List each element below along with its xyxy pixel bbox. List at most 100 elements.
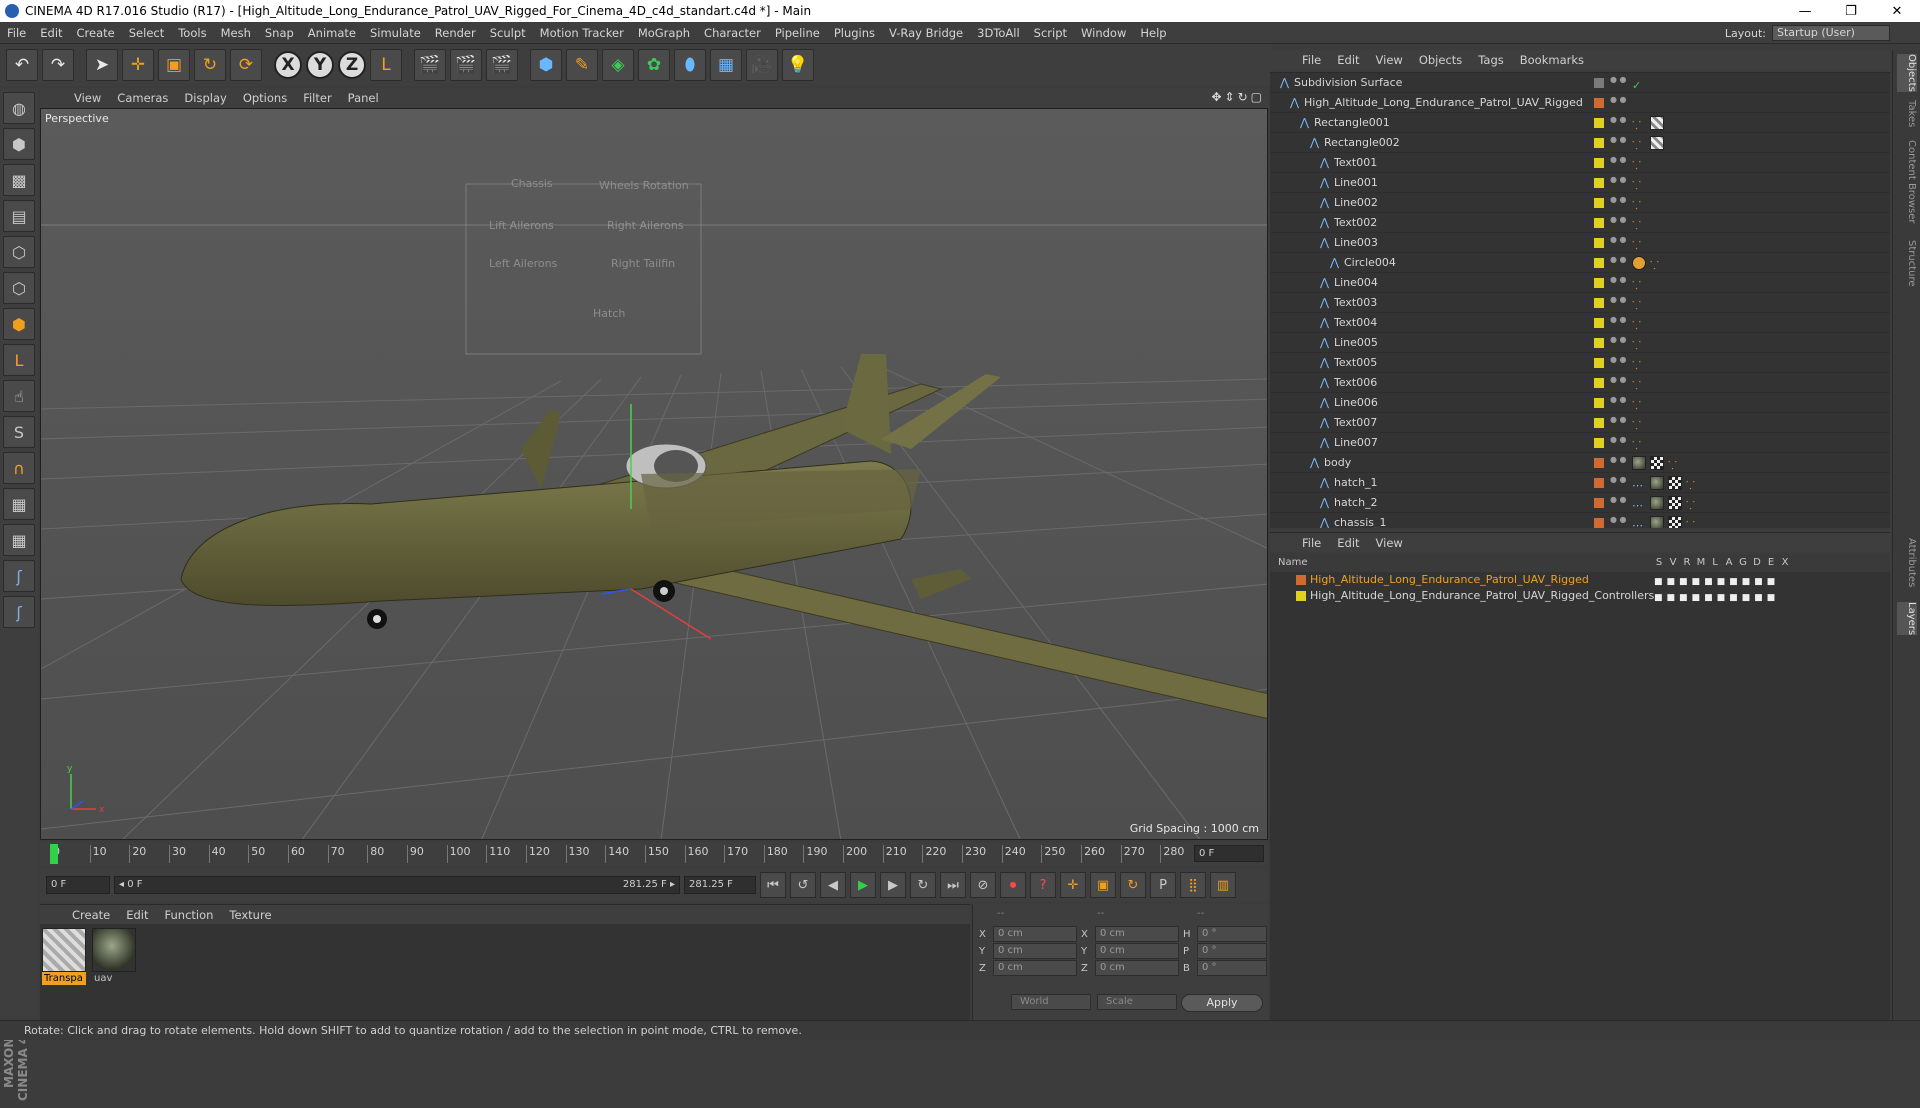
workplane-icon[interactable]: ▤	[3, 200, 35, 232]
object-menu-view[interactable]: View	[1368, 53, 1411, 67]
expression-icon[interactable]: ■	[1754, 590, 1763, 606]
object-row[interactable]: ⋀ hatch_1 ● ● ⋯ ⸪	[1270, 473, 1890, 493]
object-menu-objects[interactable]: Objects	[1411, 53, 1470, 67]
layer-row[interactable]: High_Altitude_Long_Endurance_Patrol_UAV_…	[1270, 572, 1890, 588]
object-row[interactable]: ⋀ Text001 ● ● ⸪	[1270, 153, 1890, 173]
texture-tag-icon[interactable]	[1650, 116, 1664, 130]
layer-color-swatch[interactable]	[1594, 478, 1604, 488]
go-to-end-button[interactable]: ⏭	[940, 872, 966, 898]
size-mode-dropdown[interactable]: Scale	[1097, 994, 1177, 1010]
magnet-icon[interactable]: ∩	[3, 452, 35, 484]
lock-icon[interactable]: ■	[1704, 590, 1713, 606]
coords-value-field[interactable]: 0 cm	[1095, 960, 1179, 976]
animation-icon[interactable]: ■	[1717, 590, 1726, 606]
material-menu-texture[interactable]: Texture	[221, 908, 279, 922]
layer-color-swatch[interactable]	[1594, 98, 1604, 108]
record-parameter-button[interactable]: P	[1150, 872, 1176, 898]
coordinate-system-button[interactable]: L	[370, 49, 402, 81]
timeline-window-button[interactable]: ▥	[1210, 872, 1236, 898]
texture-mode-icon[interactable]: ▩	[3, 164, 35, 196]
material-tag-icon[interactable]	[1650, 516, 1664, 528]
coordinate-space-dropdown[interactable]: World	[1011, 994, 1091, 1010]
visibility-dots[interactable]: ● ●	[1610, 96, 1627, 109]
ik-tag-icon[interactable]: ⸪	[1650, 256, 1664, 272]
recent-tools-button[interactable]: ⟳	[230, 49, 262, 81]
maximize-view-icon[interactable]: ▢	[1251, 90, 1262, 104]
hud-label[interactable]: Right Tailfin	[611, 257, 675, 270]
polygons-mode-icon[interactable]: ⬢	[3, 308, 35, 340]
object-row[interactable]: ⋀ High_Altitude_Long_Endurance_Patrol_UAV…	[1270, 93, 1890, 113]
ik-tag-icon[interactable]: ⸪	[1632, 396, 1646, 412]
ik-tag-icon[interactable]: ⸪	[1632, 296, 1646, 312]
material-menu-create[interactable]: Create	[64, 908, 118, 922]
layer-color-swatch[interactable]	[1594, 358, 1604, 368]
object-row[interactable]: ⋀ Line005 ● ● ⸪	[1270, 333, 1890, 353]
object-row[interactable]: ⋀ Text004 ● ● ⸪	[1270, 313, 1890, 333]
visibility-dots[interactable]: ● ●	[1610, 296, 1627, 309]
viewport-menu-display[interactable]: Display	[176, 91, 234, 105]
material-swatch-uav[interactable]: uav	[92, 928, 136, 984]
point-tag-icon[interactable]: ⋯	[1632, 476, 1646, 492]
coords-value-field[interactable]: 0 °	[1197, 943, 1267, 959]
layer-color-swatch[interactable]	[1594, 398, 1604, 408]
object-row[interactable]: ⋀ Line007 ● ● ⸪	[1270, 433, 1890, 453]
layer-color-swatch[interactable]	[1594, 518, 1604, 528]
object-menu-file[interactable]: File	[1294, 53, 1329, 67]
axis-mode-icon[interactable]: L	[3, 344, 35, 376]
side-tab-structure[interactable]: Structure	[1897, 240, 1917, 287]
menu-item-snap[interactable]: Snap	[258, 26, 301, 40]
layer-color-swatch[interactable]	[1594, 378, 1604, 388]
start-frame-field[interactable]: 0 F	[46, 876, 110, 894]
close-button[interactable]: ✕	[1874, 4, 1920, 19]
ik-tag-icon[interactable]: ⸪	[1632, 276, 1646, 292]
object-row[interactable]: ⋀ Text003 ● ● ⸪	[1270, 293, 1890, 313]
current-frame-handle[interactable]	[50, 844, 58, 864]
visibility-dots[interactable]: ● ●	[1610, 276, 1627, 289]
ik-tag-icon[interactable]: ⸪	[1632, 196, 1646, 212]
object-row[interactable]: ⋀ Text002 ● ● ⸪	[1270, 213, 1890, 233]
object-row[interactable]: ⋀ Line001 ● ● ⸪	[1270, 173, 1890, 193]
layer-color-swatch[interactable]	[1594, 318, 1604, 328]
visibility-dots[interactable]: ● ●	[1610, 476, 1627, 489]
visibility-dots[interactable]: ● ●	[1610, 416, 1627, 429]
uvw-tag-icon[interactable]	[1668, 476, 1682, 490]
side-tab-layers[interactable]: Layers	[1897, 602, 1917, 636]
menu-item-simulate[interactable]: Simulate	[363, 26, 428, 40]
object-row[interactable]: ⋀ Subdivision Surface ● ● ✓	[1270, 73, 1890, 93]
z-axis-lock-button[interactable]: Z	[338, 51, 366, 79]
ik-tag-icon[interactable]: ⸪	[1632, 176, 1646, 192]
render-view-button[interactable]: 🎬	[414, 49, 446, 81]
object-row[interactable]: ⋀ Circle004 ● ● ⸪	[1270, 253, 1890, 273]
ik-tag-icon[interactable]: ⸪	[1686, 496, 1700, 512]
points-mode-icon[interactable]: ⬡	[3, 236, 35, 268]
layer-color-swatch[interactable]	[1594, 138, 1604, 148]
side-tab-content-browser[interactable]: Content Browser	[1897, 140, 1917, 223]
coords-value-field[interactable]: 0 cm	[1095, 926, 1179, 942]
end-frame-field[interactable]: 281.25 F	[684, 876, 756, 894]
menu-item-help[interactable]: Help	[1133, 26, 1173, 40]
move-tool-button[interactable]: ✛	[122, 49, 154, 81]
zoom-icon[interactable]: ⇕	[1225, 90, 1235, 104]
record-rotation-button[interactable]: ↻	[1120, 872, 1146, 898]
visibility-dots[interactable]: ● ●	[1610, 136, 1627, 149]
hud-label[interactable]: Lift Ailerons	[489, 219, 554, 232]
hud-label[interactable]: Wheels Rotation	[599, 179, 689, 192]
visibility-dots[interactable]: ● ●	[1610, 256, 1627, 269]
coords-value-field[interactable]: 0 cm	[993, 943, 1077, 959]
hud-label[interactable]: Chassis	[511, 177, 553, 190]
point-tag-icon[interactable]: ⋯	[1632, 516, 1646, 528]
viewport-menu-panel[interactable]: Panel	[340, 91, 387, 105]
uvw-tag-icon[interactable]	[1668, 516, 1682, 528]
next-frame-button[interactable]: ▶	[880, 872, 906, 898]
floor-button[interactable]: ▦	[710, 49, 742, 81]
object-row[interactable]: ⋀ Line003 ● ● ⸪	[1270, 233, 1890, 253]
orbit-icon[interactable]: ↻	[1238, 90, 1248, 104]
texture-tag-icon[interactable]	[1650, 136, 1664, 150]
menu-item-motion-tracker[interactable]: Motion Tracker	[533, 26, 631, 40]
preview-range-slider[interactable]: ◂ 0 F 281.25 F ▸	[114, 876, 680, 894]
hud-label[interactable]: Left Ailerons	[489, 257, 558, 270]
object-row[interactable]: ⋀ body ● ● ⸪	[1270, 453, 1890, 473]
next-key-button[interactable]: ↻	[910, 872, 936, 898]
viewport-menu-filter[interactable]: Filter	[295, 91, 339, 105]
material-swatch-transpa[interactable]: Transpa	[42, 928, 86, 985]
